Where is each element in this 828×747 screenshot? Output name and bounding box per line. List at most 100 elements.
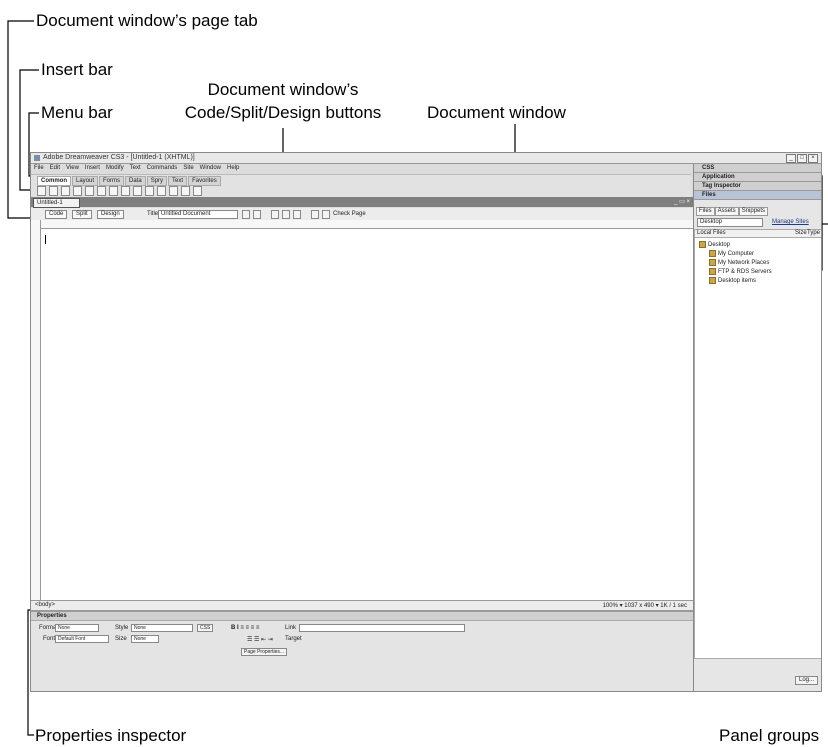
image-icon[interactable] xyxy=(97,186,106,196)
type-header: Type xyxy=(807,230,821,236)
menu-insert[interactable]: Insert xyxy=(82,164,103,173)
callout-menu-bar: Menu bar xyxy=(41,103,113,122)
document-design-view[interactable] xyxy=(41,229,693,600)
format-select[interactable]: None xyxy=(55,624,99,632)
window-title: Adobe Dreamweaver CS3 - [Untitled-1 (XHT… xyxy=(43,154,195,161)
assets-tab[interactable]: Assets xyxy=(714,207,739,216)
css-button[interactable]: CSS xyxy=(197,624,214,632)
list-indent-buttons[interactable]: ☰ ☰ ⇤ ⇥ xyxy=(247,636,273,643)
validate-markup-icon[interactable] xyxy=(311,210,319,219)
templates-icon[interactable] xyxy=(181,186,190,196)
page-properties-button[interactable]: Page Properties... xyxy=(241,648,288,656)
size-select[interactable]: None xyxy=(131,635,159,643)
head-icon[interactable] xyxy=(157,186,166,196)
maximize-button[interactable]: □ xyxy=(797,154,807,163)
insert-tab-layout[interactable]: Layout xyxy=(72,176,99,186)
callout-insert-bar: Insert bar xyxy=(41,60,113,79)
tree-item-network[interactable]: My Network Places xyxy=(709,259,769,266)
horizontal-ruler xyxy=(40,220,693,229)
menu-file[interactable]: File xyxy=(31,164,47,173)
menu-site[interactable]: Site xyxy=(180,164,196,173)
menu-help[interactable]: Help xyxy=(224,164,242,173)
panel-groups: CSS Application Tag Inspector Files File… xyxy=(693,164,821,691)
named-anchor-icon[interactable] xyxy=(61,186,70,196)
email-link-icon[interactable] xyxy=(49,186,58,196)
tree-item-my-computer[interactable]: My Computer xyxy=(709,250,754,257)
close-button[interactable]: × xyxy=(808,154,818,163)
callout-properties-inspector: Properties inspector xyxy=(35,726,187,745)
snippets-tab[interactable]: Snippets xyxy=(738,207,769,216)
media-icon[interactable] xyxy=(109,186,118,196)
tag-selector[interactable]: <body> xyxy=(35,602,55,608)
menu-view[interactable]: View xyxy=(63,164,82,173)
insert-tab-spry[interactable]: Spry xyxy=(146,176,168,186)
tag-chooser-icon[interactable] xyxy=(193,186,202,196)
font-label: Font xyxy=(43,636,56,642)
text-style-buttons[interactable]: B I ≡ ≡ ≡ ≡ xyxy=(231,625,259,631)
panel-group-files[interactable]: Files xyxy=(694,191,821,200)
properties-title: Properties xyxy=(37,613,67,619)
panel-group-application[interactable]: Application xyxy=(694,173,821,182)
preview-in-browser-icon[interactable] xyxy=(253,210,261,219)
font-select[interactable]: Default Font xyxy=(55,635,109,643)
script-icon[interactable] xyxy=(169,186,178,196)
callout-view-buttons-line2: Code/Split/Design buttons xyxy=(184,103,382,122)
refresh-design-view-icon[interactable] xyxy=(271,210,279,219)
insert-tab-favorites[interactable]: Favorites xyxy=(188,176,221,186)
visual-aids-icon[interactable] xyxy=(293,210,301,219)
computer-icon xyxy=(709,250,716,257)
check-page-label[interactable]: Check Page xyxy=(333,211,366,217)
insert-tab-text[interactable]: Text xyxy=(168,176,188,186)
menu-commands[interactable]: Commands xyxy=(144,164,181,173)
table-icon[interactable] xyxy=(73,186,82,196)
panel-group-tag-inspector[interactable]: Tag Inspector xyxy=(694,182,821,191)
layer-icon[interactable] xyxy=(85,186,94,196)
manage-sites-link[interactable]: Manage Sites xyxy=(772,219,809,225)
file-tree: Desktop My Computer My Network Places FT… xyxy=(694,237,821,659)
check-browser-compatibility-icon[interactable] xyxy=(322,210,330,219)
document-window-controls[interactable]: _ ▭ × xyxy=(674,198,690,205)
document-page-tab[interactable]: Untitled-1 xyxy=(33,198,80,208)
callout-page-tab: Document window’s page tab xyxy=(36,11,258,30)
comment-icon[interactable] xyxy=(145,186,154,196)
tree-item-desktop[interactable]: Desktop xyxy=(699,241,730,248)
folder-icon xyxy=(699,241,706,248)
page-title-input[interactable]: Untitled Document xyxy=(158,210,238,219)
server-side-include-icon[interactable] xyxy=(133,186,142,196)
properties-header[interactable]: Properties xyxy=(31,612,693,621)
code-view-button[interactable]: Code xyxy=(45,210,68,219)
folder-icon xyxy=(709,277,716,284)
panel-group-css[interactable]: CSS xyxy=(694,164,821,173)
style-select[interactable]: None xyxy=(131,624,193,632)
view-options-icon[interactable] xyxy=(282,210,290,219)
date-icon[interactable] xyxy=(121,186,130,196)
link-input[interactable] xyxy=(299,624,465,632)
log-button[interactable]: Log... xyxy=(794,676,818,685)
design-view-button[interactable]: Design xyxy=(97,210,124,219)
split-view-button[interactable]: Split xyxy=(72,210,92,219)
network-icon xyxy=(709,259,716,266)
insert-bar: Common Layout Forms Data Spry Text Favorites xyxy=(31,174,691,199)
menu-window[interactable]: Window xyxy=(197,164,224,173)
document-tab-strip: Untitled-1 _ ▭ × xyxy=(31,197,693,208)
menu-text[interactable]: Text xyxy=(127,164,144,173)
insert-tab-forms[interactable]: Forms xyxy=(99,176,125,186)
callout-view-buttons-line1: Document window’s xyxy=(207,80,359,99)
size-header: Size xyxy=(795,230,807,236)
title-bar: Adobe Dreamweaver CS3 - [Untitled-1 (XHT… xyxy=(31,153,821,164)
site-select[interactable]: Desktop xyxy=(697,218,763,227)
hyperlink-icon[interactable] xyxy=(37,186,46,196)
minimize-button[interactable]: _ xyxy=(786,154,796,163)
style-label: Style xyxy=(115,625,129,631)
tree-item-desktop-items[interactable]: Desktop items xyxy=(709,277,756,284)
files-tab[interactable]: Files xyxy=(696,207,715,216)
tree-item-ftp-rds[interactable]: FTP & RDS Servers xyxy=(709,268,772,275)
menu-modify[interactable]: Modify xyxy=(103,164,127,173)
insert-tab-data[interactable]: Data xyxy=(125,176,146,186)
link-label: Link xyxy=(285,625,297,631)
target-label: Target xyxy=(285,636,302,642)
menu-edit[interactable]: Edit xyxy=(47,164,63,173)
insert-tab-common[interactable]: Common xyxy=(37,176,71,186)
status-bar: <body> 100% ▾ 1037 x 490 ▾ 1K / 1 sec xyxy=(31,600,693,610)
file-management-icon[interactable] xyxy=(242,210,250,219)
